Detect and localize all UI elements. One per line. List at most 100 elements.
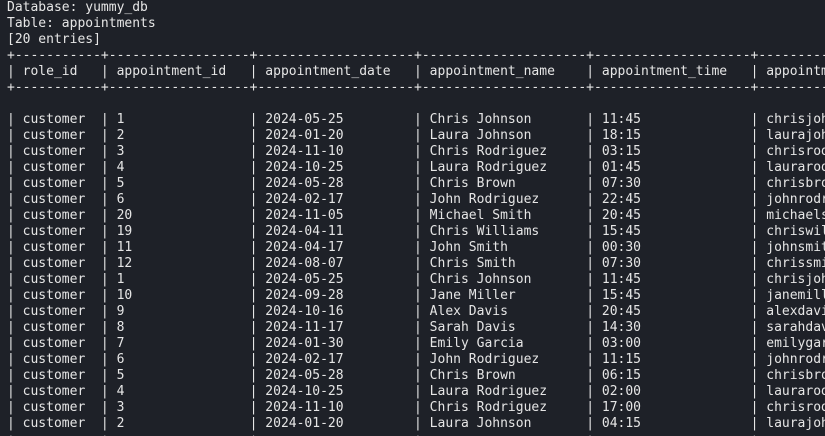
column-separator: |	[414, 352, 422, 367]
table-cell: 2024-01-20	[257, 128, 415, 143]
table-cell: John Rodriguez	[421, 352, 587, 367]
column-separator: |	[100, 112, 109, 127]
table-cell: 07:30	[594, 256, 751, 271]
column-separator: |	[414, 288, 422, 303]
table-cell: 2024-10-25	[257, 160, 415, 175]
table-cell: johnsmith@test.com	[766, 240, 825, 255]
column-separator: |	[7, 336, 15, 351]
table-cell: Chris Rodriguez	[421, 400, 587, 415]
column-separator: |	[7, 160, 15, 175]
table-cell: chrisjohnson@example.com	[766, 112, 825, 127]
table-cell: 20	[108, 208, 250, 223]
table-cell: chrisbrown@domain.com	[766, 176, 825, 191]
column-separator: |	[7, 320, 15, 335]
table-cell: sarahdavis@example.com	[766, 320, 825, 335]
column-separator: |	[7, 416, 15, 431]
column-separator: |	[586, 112, 595, 127]
table-row: | customer | 3 | 2024-11-10 | Chris Rodr…	[7, 400, 825, 416]
table-cell: 2024-05-28	[257, 368, 415, 383]
table-cell: John Rodriguez	[421, 192, 587, 207]
table-row: | customer | 8 | 2024-11-17 | Sarah Davi…	[7, 320, 825, 336]
column-separator: |	[414, 240, 422, 255]
table-cell: alexdavis@sample.com	[766, 304, 825, 319]
column-separator: |	[7, 224, 15, 239]
database-line: Database: yummy_db	[7, 0, 148, 15]
column-separator: |	[414, 64, 422, 79]
table-cell: Alex Davis	[421, 304, 587, 319]
column-separator: |	[7, 128, 15, 143]
table-cell: 2024-11-10	[257, 400, 415, 415]
column-separator: |	[100, 208, 109, 223]
column-separator: |	[414, 224, 422, 239]
table-row: | customer | 4 | 2024-10-25 | Laura Rodr…	[7, 384, 825, 400]
table-cell: customer	[14, 160, 101, 175]
table-cell: 15:45	[594, 288, 751, 303]
column-separator: |	[414, 336, 422, 351]
table-top-border: +-----------+------------------+--------…	[7, 48, 825, 63]
table-cell: 12	[108, 256, 250, 271]
table-cell: 1	[108, 112, 250, 127]
column-separator: |	[586, 208, 595, 223]
table-cell: 3	[108, 400, 250, 415]
table-cell: 04:15	[594, 416, 751, 431]
column-separator: |	[7, 304, 15, 319]
table-row: | customer | 3 | 2024-11-10 | Chris Rodr…	[7, 144, 825, 160]
table-row: | customer | 5 | 2024-05-28 | Chris Brow…	[7, 368, 825, 384]
table-cell: 14:30	[594, 320, 751, 335]
table-cell: 03:00	[594, 336, 751, 351]
table-row: | customer | 12 | 2024-08-07 | Chris Smi…	[7, 256, 825, 272]
table-cell: 2	[108, 128, 250, 143]
column-separator: |	[100, 192, 109, 207]
terminal-window[interactable]: Database: yummy_db Table: appointments […	[0, 0, 825, 436]
column-separator: |	[414, 176, 422, 191]
table-cell: 11:45	[594, 272, 751, 287]
table-cell: Jane Miller	[421, 288, 587, 303]
column-separator: |	[7, 272, 15, 287]
table-cell: 2024-11-17	[257, 320, 415, 335]
table-cell: chrisrodriguez@sample.com	[766, 400, 825, 415]
table-cell: chriswilliams@sample.com	[766, 224, 825, 239]
column-separator: |	[586, 160, 595, 175]
column-separator: |	[100, 400, 109, 415]
column-separator: |	[7, 64, 15, 79]
column-separator: |	[586, 368, 595, 383]
column-separator: |	[100, 320, 109, 335]
table-cell: 6	[108, 352, 250, 367]
table-cell: 2024-08-07	[257, 256, 415, 271]
column-separator: |	[414, 272, 422, 287]
column-separator: |	[586, 336, 595, 351]
table-row: | customer | 2 | 2024-01-20 | Laura John…	[7, 416, 825, 432]
table-cell: 1	[108, 272, 250, 287]
column-separator: |	[586, 144, 595, 159]
column-header: appointment_name	[421, 64, 587, 79]
table-cell: 11:15	[594, 352, 751, 367]
table-cell: Laura Rodriguez	[421, 384, 587, 399]
table-cell: customer	[14, 336, 101, 351]
table-row: | customer | 1 | 2024-05-25 | Chris John…	[7, 272, 825, 288]
column-separator: |	[7, 240, 15, 255]
column-separator: |	[100, 336, 109, 351]
table-cell: Chris Johnson	[421, 272, 587, 287]
table-row: | customer | 19 | 2024-04-11 | Chris Wil…	[7, 224, 825, 240]
table-cell: Laura Johnson	[421, 128, 587, 143]
column-separator: |	[586, 384, 595, 399]
column-separator: |	[414, 144, 422, 159]
column-separator: |	[414, 160, 422, 175]
column-header: appointment_email	[766, 64, 825, 79]
table-cell: 11	[108, 240, 250, 255]
table-cell: 2024-02-17	[257, 192, 415, 207]
table-cell: 06:15	[594, 368, 751, 383]
column-separator: |	[100, 272, 109, 287]
table-cell: 18:15	[594, 128, 751, 143]
table-cell: 8	[108, 320, 250, 335]
column-separator: |	[414, 400, 422, 415]
table-cell: 2024-05-25	[257, 112, 415, 127]
table-row: | customer | 10 | 2024-09-28 | Jane Mill…	[7, 288, 825, 304]
column-separator: |	[100, 176, 109, 191]
column-separator: |	[414, 192, 422, 207]
column-separator: |	[7, 384, 15, 399]
column-header: role_id	[14, 64, 101, 79]
column-separator: |	[100, 144, 109, 159]
table-cell: 2024-02-17	[257, 352, 415, 367]
column-separator: |	[7, 112, 15, 127]
